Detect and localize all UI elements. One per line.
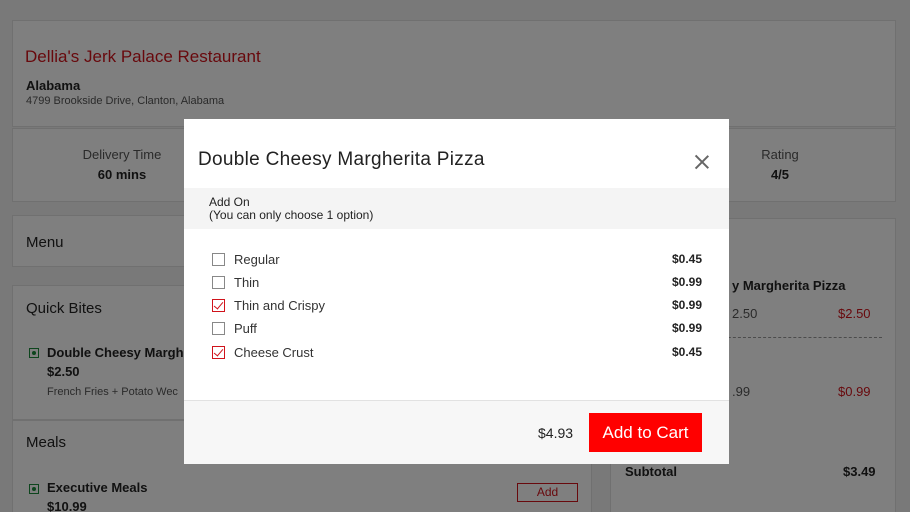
order-total: $4.93 [538,425,574,441]
checkmark-icon[interactable] [212,346,225,359]
modal-footer: $4.93 Add to Cart [184,400,729,464]
checkbox[interactable] [212,322,225,335]
option-label: Thin and Crispy [234,298,326,313]
addon-option-puff[interactable]: Puff $0.99 [184,319,729,339]
option-label: Cheese Crust [234,345,314,360]
addon-modal: Double Cheesy Margherita Pizza Add On (Y… [184,119,729,464]
close-icon[interactable] [692,152,712,172]
option-price: $0.45 [671,345,702,359]
addon-note: (You can only choose 1 option) [209,208,374,222]
modal-title: Double Cheesy Margherita Pizza [198,149,485,170]
option-price: $0.99 [671,298,702,312]
option-price: $0.99 [671,275,702,289]
option-label: Thin [234,275,260,290]
option-label: Puff [234,321,257,336]
option-price: $0.45 [671,252,702,266]
option-price: $0.99 [671,321,702,335]
addon-header: Add On (You can only choose 1 option) [184,188,729,229]
addon-option-regular[interactable]: Regular $0.45 [184,250,729,270]
checkmark-icon[interactable] [212,299,225,312]
addon-option-thin[interactable]: Thin $0.99 [184,273,729,293]
addon-option-cheese-crust[interactable]: Cheese Crust $0.45 [184,343,729,363]
addon-option-thin-and-crispy[interactable]: Thin and Crispy $0.99 [184,296,729,316]
checkbox[interactable] [212,276,225,289]
option-label: Regular [234,252,280,267]
add-to-cart-button[interactable]: Add to Cart [589,413,702,452]
addon-title: Add On [209,195,250,209]
checkbox[interactable] [212,253,225,266]
